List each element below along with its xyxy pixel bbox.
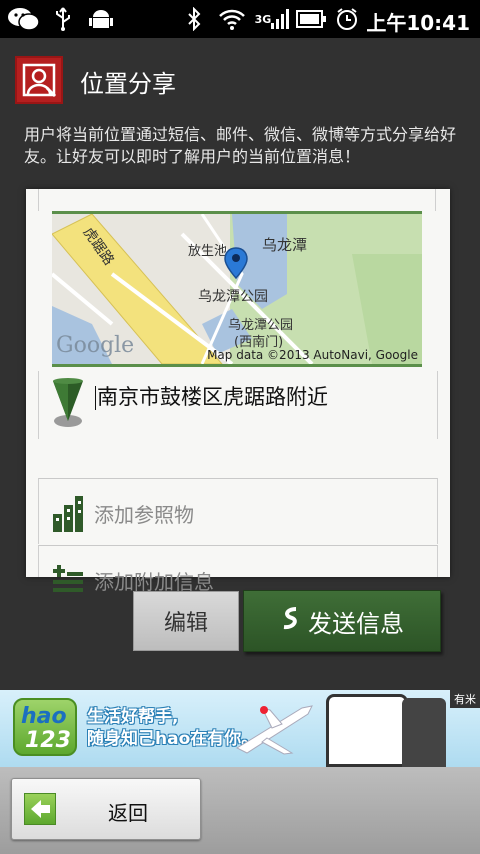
google-logo: Google [56, 333, 135, 358]
add-reference-label: 添加参照物 [94, 503, 194, 527]
ad-logo-top: hao [21, 704, 67, 729]
send-button-label: 发送信息 [308, 609, 404, 638]
map-view[interactable]: 虎踞路 放生池 乌龙潭 乌龙潭公园 乌龙潭公园 (西南门) Google Map… [52, 211, 422, 367]
person-location-icon [15, 56, 63, 104]
card-frame [38, 189, 436, 211]
map-marker-icon[interactable] [223, 246, 249, 286]
ad-banner[interactable]: hao 123 生活好帮手, 随身知己hao在有你。 有米 [0, 690, 480, 767]
ad-tag: 有米 [450, 690, 480, 708]
phone-image [326, 694, 408, 767]
address-text: 南京市鼓楼区虎踞路附近 [97, 385, 328, 409]
status-bar: 3G 上午10:41 [0, 0, 480, 38]
map-credit: Map data ©2013 AutoNavi, Google [207, 348, 418, 362]
battery-icon [296, 6, 326, 32]
map-label: 放生池 [188, 244, 228, 259]
location-pin-icon [51, 377, 85, 433]
edit-button[interactable]: 编辑 [133, 591, 239, 651]
description-text: 用户将当前位置通过短信、邮件、微信、微博等方式分享给好友。让好友可以即时了解用户… [24, 125, 457, 166]
add-reference-row[interactable]: 添加参照物 [38, 478, 438, 544]
airplane-icon [232, 698, 322, 762]
ad-logo-bottom: 123 [25, 728, 71, 753]
map-label: 乌龙潭公园 [198, 289, 268, 305]
header: 位置分享 [0, 38, 480, 116]
map-label: 乌龙潭 [262, 236, 308, 254]
send-button[interactable]: 发送信息 [243, 590, 441, 652]
bluetooth-icon [184, 6, 204, 32]
alarm-icon [334, 6, 360, 32]
bottom-bar: 返回 [0, 767, 480, 854]
android-icon [88, 6, 114, 32]
wechat-icon [6, 6, 42, 32]
add-info-row[interactable]: 添加附加信息 [38, 545, 438, 594]
share-card: 虎踞路 放生池 乌龙潭 乌龙潭公园 乌龙潭公园 (西南门) Google Map… [26, 189, 450, 594]
text-cursor [95, 386, 96, 410]
page-title: 位置分享 [80, 70, 176, 98]
back-button-label: 返回 [108, 801, 148, 825]
usb-icon [52, 6, 74, 32]
buildings-icon [53, 496, 83, 536]
back-arrow-icon [24, 793, 56, 825]
wifi-icon [218, 6, 246, 32]
signal-icon: 3G [253, 6, 291, 32]
send-icon [280, 606, 302, 636]
hao123-logo: hao 123 [13, 698, 77, 756]
phone-image [402, 698, 446, 767]
address-field[interactable]: 南京市鼓楼区虎踞路附近 [95, 381, 328, 411]
back-button[interactable]: 返回 [11, 778, 201, 840]
address-row[interactable]: 南京市鼓楼区虎踞路附近 [38, 371, 438, 439]
main-panel: 位置分享 用户将当前位置通过短信、邮件、微信、微博等方式分享给好友。让好友可以即… [0, 38, 480, 690]
clock: 上午10:41 [366, 11, 470, 35]
add-list-icon [53, 563, 83, 599]
